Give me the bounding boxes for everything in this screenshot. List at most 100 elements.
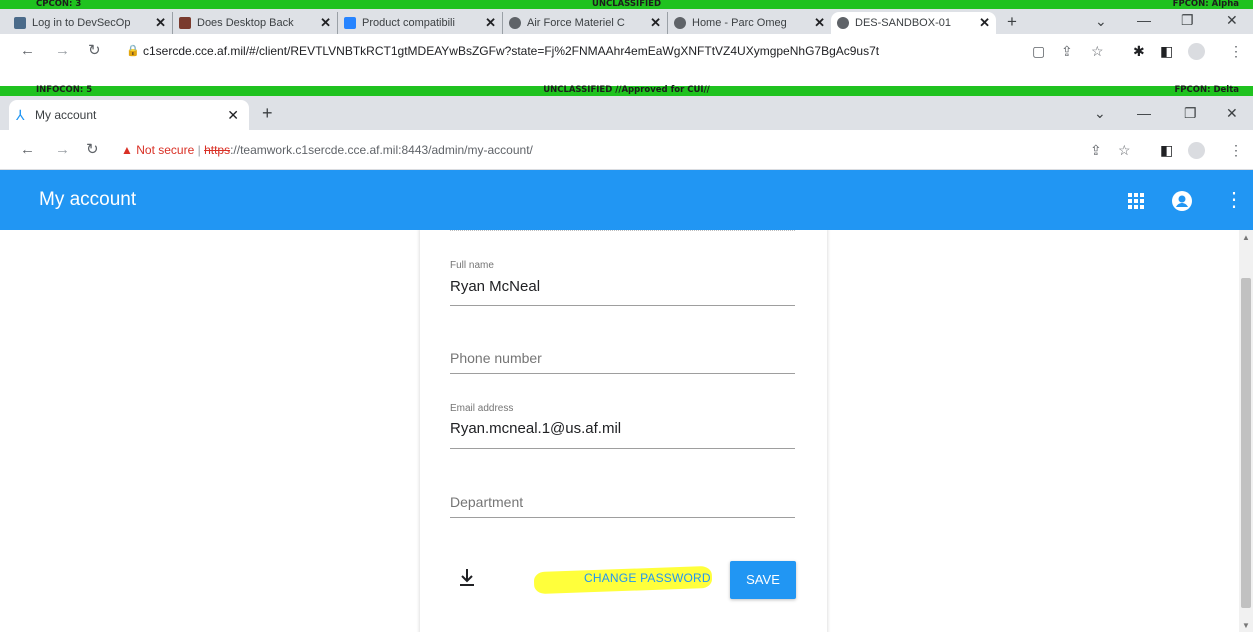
full-name-label: Full name <box>450 260 494 271</box>
window-close-icon[interactable]: ✕ <box>1226 10 1238 30</box>
field-underline <box>450 448 795 449</box>
inner-banner-left: INFOCON: 5 <box>36 85 93 95</box>
share-icon[interactable]: ⇪ <box>1090 130 1102 170</box>
outer-tab-3[interactable]: Product compatibili ✕ <box>338 12 503 34</box>
full-name-field[interactable]: Full name Ryan McNeal <box>450 260 795 306</box>
clipboard-icon[interactable]: ▢ <box>1032 34 1045 68</box>
minimize-icon[interactable]: — <box>1137 10 1151 30</box>
tab-title: My account <box>35 108 97 122</box>
inner-banner-right: FPCON: Delta <box>1174 85 1239 95</box>
forward-arrow-icon[interactable]: → <box>55 130 70 170</box>
outer-banner-center: UNCLASSIFIED <box>591 0 662 9</box>
outer-classification-banner: UNCLASSIFIED CPCON: 3 FPCON: Alpha <box>0 0 1253 9</box>
extensions-icon[interactable]: ✱ <box>1133 34 1145 68</box>
inner-classification-banner: UNCLASSIFIED //Approved for CUI// INFOCO… <box>0 86 1253 96</box>
minimize-icon[interactable]: — <box>1137 103 1151 123</box>
inner-tab-my-account[interactable]: ⅄ My account ✕ <box>9 100 249 130</box>
tab-favicon-icon <box>179 17 191 29</box>
inner-address-bar: ← → ↻ ▲ Not secure | https://teamwork.c1… <box>0 130 1253 170</box>
outer-banner-left: CPCON: 3 <box>36 0 82 9</box>
window-close-icon[interactable]: ✕ <box>1226 103 1238 123</box>
department-field[interactable]: Department <box>450 472 795 518</box>
reload-icon[interactable]: ↻ <box>88 34 101 68</box>
scrollbar-thumb[interactable] <box>1241 278 1251 608</box>
close-icon[interactable]: ✕ <box>155 12 166 34</box>
outer-tab-1[interactable]: Log in to DevSecOp ✕ <box>8 12 173 34</box>
outer-tab-5[interactable]: Home - Parc Omeg ✕ <box>668 12 831 34</box>
lock-icon: 🔒 <box>126 45 140 57</box>
close-icon[interactable]: ✕ <box>814 12 825 34</box>
close-icon[interactable]: ✕ <box>227 100 239 130</box>
phone-number-field[interactable]: Phone number <box>450 328 795 374</box>
field-underline <box>450 517 795 518</box>
full-name-value[interactable]: Ryan McNeal <box>450 278 540 295</box>
forward-arrow-icon[interactable]: → <box>55 34 70 68</box>
outer-banner-right: FPCON: Alpha <box>1172 0 1239 9</box>
outer-tab-strip: Log in to DevSecOp ✕ Does Desktop Back ✕… <box>0 9 1253 34</box>
outer-tab-2[interactable]: Does Desktop Back ✕ <box>173 12 338 34</box>
scroll-up-arrow-icon[interactable]: ▲ <box>1242 233 1250 242</box>
outer-address-bar: ← → ↻ 🔒 c1sercde.cce.af.mil/#/client/REV… <box>0 34 1253 68</box>
globe-icon <box>509 17 521 29</box>
globe-icon <box>674 17 686 29</box>
bookmark-star-icon[interactable]: ☆ <box>1118 130 1131 170</box>
tab-search-chevron-icon[interactable]: ⌄ <box>1095 11 1107 31</box>
profile-avatar-icon[interactable] <box>1188 142 1205 159</box>
field-underline <box>450 305 795 306</box>
restore-icon[interactable]: ❐ <box>1184 103 1197 123</box>
phone-number-placeholder[interactable]: Phone number <box>450 350 542 366</box>
page-scrollbar[interactable]: ▲ ▼ <box>1239 230 1253 632</box>
tab-title: Log in to DevSecOp <box>32 17 131 29</box>
not-secure-label: Not secure <box>136 143 195 157</box>
bookmark-star-icon[interactable]: ☆ <box>1091 34 1104 68</box>
scroll-down-arrow-icon[interactable]: ▼ <box>1242 621 1250 630</box>
outer-tab-6-active[interactable]: DES-SANDBOX-01 ✕ <box>831 12 996 34</box>
close-icon[interactable]: ✕ <box>485 12 496 34</box>
tab-favicon-icon <box>14 17 26 29</box>
app-logo-icon: ⅄ <box>16 107 25 123</box>
close-icon[interactable]: ✕ <box>979 12 990 34</box>
tab-title: Air Force Materiel C <box>527 17 625 29</box>
account-circle-icon[interactable] <box>1172 170 1192 230</box>
department-placeholder[interactable]: Department <box>450 494 523 510</box>
tab-title: DES-SANDBOX-01 <box>855 17 951 29</box>
new-tab-icon[interactable]: + <box>262 103 273 123</box>
restore-icon[interactable]: ❐ <box>1181 10 1194 30</box>
save-button[interactable]: SAVE <box>730 561 796 599</box>
side-panel-icon[interactable]: ◧ <box>1160 130 1173 170</box>
warning-triangle-icon: ▲ <box>121 143 133 157</box>
apps-grid-icon[interactable] <box>1128 170 1144 230</box>
download-icon[interactable] <box>458 568 478 590</box>
new-tab-icon[interactable]: + <box>1007 12 1017 32</box>
email-address-field[interactable]: Email address Ryan.mcneal.1@us.af.mil <box>450 403 795 449</box>
app-bar: My account ⋮ <box>0 170 1253 230</box>
more-vert-icon[interactable]: ⋮ <box>1224 170 1244 230</box>
back-arrow-icon[interactable]: ← <box>20 130 35 170</box>
field-underline <box>450 373 795 374</box>
email-address-label: Email address <box>450 403 514 414</box>
outer-url-field[interactable]: c1sercde.cce.af.mil/#/client/REVTLVNBTkR… <box>143 40 953 62</box>
inner-url-field[interactable]: ▲ Not secure | https://teamwork.c1sercde… <box>121 139 1053 161</box>
confluence-icon <box>344 17 356 29</box>
tab-title: Product compatibili <box>362 17 455 29</box>
account-form-card: Full name Ryan McNeal Phone number Email… <box>420 230 827 632</box>
page-content: Full name Ryan McNeal Phone number Email… <box>0 230 1239 632</box>
side-panel-icon[interactable]: ◧ <box>1160 34 1173 68</box>
email-address-value[interactable]: Ryan.mcneal.1@us.af.mil <box>450 420 621 437</box>
url-rest: ://teamwork.c1sercde.cce.af.mil:8443/adm… <box>230 143 533 157</box>
url-scheme: https <box>204 143 231 157</box>
inner-banner-center: UNCLASSIFIED //Approved for CUI// <box>543 85 710 95</box>
inner-tab-strip: ⅄ My account ✕ + ⌄ — ❐ ✕ <box>0 96 1253 130</box>
close-icon[interactable]: ✕ <box>650 12 661 34</box>
profile-avatar-icon[interactable] <box>1188 43 1205 60</box>
change-password-button[interactable]: CHANGE PASSWORD <box>584 571 711 585</box>
back-arrow-icon[interactable]: ← <box>20 34 35 68</box>
tab-title: Home - Parc Omeg <box>692 17 787 29</box>
menu-kebab-icon[interactable]: ⋮ <box>1229 34 1243 68</box>
menu-kebab-icon[interactable]: ⋮ <box>1229 130 1243 170</box>
close-icon[interactable]: ✕ <box>320 12 331 34</box>
tab-search-chevron-icon[interactable]: ⌄ <box>1094 103 1106 123</box>
share-icon[interactable]: ⇪ <box>1061 34 1073 68</box>
reload-icon[interactable]: ↻ <box>86 130 99 170</box>
outer-tab-4[interactable]: Air Force Materiel C ✕ <box>503 12 668 34</box>
